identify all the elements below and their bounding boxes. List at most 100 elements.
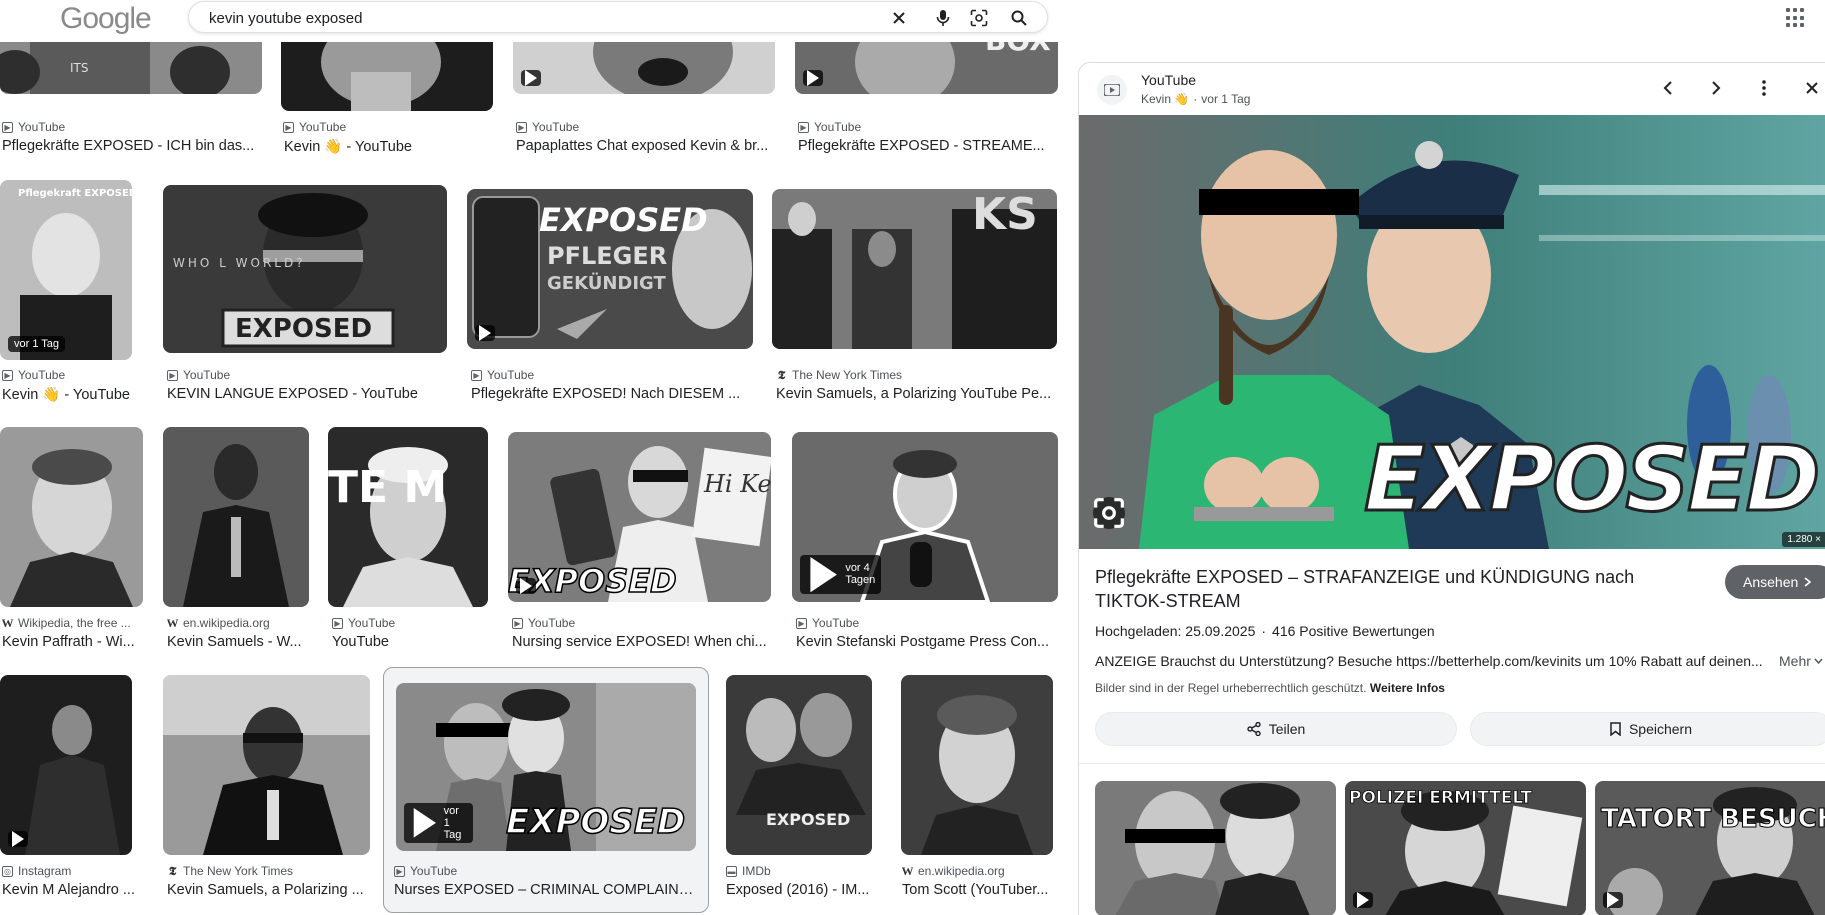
result-source-text: YouTube xyxy=(532,120,580,134)
svg-text:EXPOSED: EXPOSED xyxy=(766,810,850,829)
result-source[interactable]: W Wikipedia, the free ... xyxy=(2,616,142,630)
result-source-text: The New York Times xyxy=(792,368,903,382)
header: Google xyxy=(0,0,1825,42)
result-title[interactable]: Kevin M Alejandro ... xyxy=(2,882,142,900)
result-source[interactable]: 𝕿 The New York Times xyxy=(776,368,1046,382)
google-logo[interactable]: Google xyxy=(60,2,152,36)
play-icon xyxy=(12,831,24,847)
result-title[interactable]: Tom Scott (YouTuber... xyxy=(902,882,1052,900)
result-title[interactable]: Papaplattes Chat exposed Kevin & br... xyxy=(516,138,774,156)
result-source[interactable]: ▶ YouTube xyxy=(798,120,1048,134)
preview-image[interactable]: EXPOSED 1.280 × xyxy=(1079,115,1825,549)
clear-search-button[interactable] xyxy=(887,7,911,29)
result-thumbnail xyxy=(0,675,132,855)
youtube-icon: ▶ xyxy=(471,369,482,381)
wikipedia-icon: W xyxy=(167,616,179,630)
visit-button[interactable]: Ansehen xyxy=(1725,565,1825,599)
google-apps-icon[interactable] xyxy=(1786,8,1806,28)
next-result-button[interactable] xyxy=(1701,73,1731,103)
share-button[interactable]: Teilen xyxy=(1095,712,1457,746)
result-source[interactable]: 𝕿 The New York Times xyxy=(167,864,367,878)
result-title[interactable]: Kevin 👋 - YouTube xyxy=(284,138,484,156)
age-badge: vor 4 Tagen xyxy=(800,554,882,594)
image-preview-panel: YouTube Kevin 👋 · vor 1 Tag EXPOSED 1.28… xyxy=(1078,62,1825,915)
result-source[interactable]: Wen.wikipedia.org xyxy=(167,616,307,630)
previous-result-button[interactable] xyxy=(1653,73,1683,103)
video-indicator xyxy=(1353,892,1373,908)
result-title[interactable]: Kevin Samuels, a Polarizing ... xyxy=(167,882,367,900)
age-badge-text: vor 4 Tagen xyxy=(845,562,876,587)
result-title[interactable]: Kevin Samuels, a Polarizing YouTube Pe..… xyxy=(776,386,1056,404)
preview-author: Kevin 👋 xyxy=(1141,92,1190,106)
result-title[interactable]: Kevin Paffrath - Wi... xyxy=(2,634,142,652)
save-button[interactable]: Speichern xyxy=(1470,712,1825,746)
nyt-icon: 𝕿 xyxy=(168,864,177,878)
result-title[interactable]: Exposed (2016) - IM... xyxy=(726,882,872,900)
result-thumbnail xyxy=(281,42,493,111)
svg-text:POLIZEI ERMITTELT: POLIZEI ERMITTELT xyxy=(1349,788,1532,808)
youtube-icon: ▶ xyxy=(516,121,527,133)
more-info-link[interactable]: Weitere Infos xyxy=(1370,681,1445,695)
age-badge-text: vor 1 Tag xyxy=(443,805,462,841)
lens-search-button[interactable] xyxy=(967,7,991,29)
result-source[interactable]: ▶ YouTube xyxy=(2,368,132,382)
result-source[interactable]: ▶ YouTube xyxy=(283,120,483,134)
search-box[interactable] xyxy=(188,1,1048,33)
play-icon xyxy=(525,70,537,86)
result-source-text: en.wikipedia.org xyxy=(183,616,270,630)
result-source[interactable]: ▶ YouTube xyxy=(516,120,766,134)
search-button[interactable] xyxy=(1007,7,1031,29)
instagram-icon: ◎ xyxy=(2,865,13,877)
result-source[interactable]: Wen.wikipedia.org xyxy=(902,864,1052,878)
youtube-icon: ▶ xyxy=(2,121,13,133)
related-image[interactable]: TATORT BESUCHT xyxy=(1595,781,1825,915)
result-title[interactable]: Nursing service EXPOSED! When chi... xyxy=(512,634,770,652)
result-title[interactable]: Pflegekräfte EXPOSED - STREAME... xyxy=(798,138,1056,156)
result-title[interactable]: Nurses EXPOSED – CRIMINAL COMPLAINT... xyxy=(394,882,696,900)
more-button-label: Mehr xyxy=(1779,653,1811,669)
search-icon xyxy=(1011,10,1027,26)
result-source[interactable]: ▶ YouTube xyxy=(471,368,741,382)
wikipedia-icon: W xyxy=(902,864,914,878)
preview-site-name[interactable]: YouTube xyxy=(1141,72,1196,88)
result-title[interactable]: Kevin 👋 - YouTube xyxy=(2,386,142,404)
result-source[interactable]: ▶ YouTube xyxy=(394,864,684,878)
result-title[interactable]: Kevin Samuels - W... xyxy=(167,634,307,652)
result-source[interactable]: ▶ YouTube xyxy=(512,616,762,630)
result-source[interactable]: ▶ YouTube xyxy=(332,616,482,630)
result-title[interactable]: Pflegekräfte EXPOSED! Nach DIESEM ... xyxy=(471,386,751,404)
result-source[interactable]: ▶ YouTube xyxy=(167,368,437,382)
copyright-notice: Bilder sind in der Regel urheberrechtlic… xyxy=(1095,681,1445,695)
result-source-text: YouTube xyxy=(410,864,458,878)
save-button-label: Speichern xyxy=(1628,721,1693,737)
share-button-label: Teilen xyxy=(1268,721,1306,737)
voice-search-button[interactable] xyxy=(931,7,955,29)
separator-dot: · xyxy=(1261,623,1267,639)
result-source[interactable]: ▶ YouTube xyxy=(796,616,1046,630)
close-preview-button[interactable] xyxy=(1797,73,1825,103)
result-thumbnail: EXPOSED xyxy=(726,675,872,855)
result-title[interactable]: KEVIN LANGUE EXPOSED - YouTube xyxy=(167,386,447,404)
result-title[interactable]: Kevin Stefanski Postgame Press Con... xyxy=(796,634,1056,652)
share-icon xyxy=(1247,722,1261,736)
result-source[interactable]: ▬ IMDb xyxy=(726,864,872,878)
svg-text:GEKÜNDIGT: GEKÜNDIGT xyxy=(547,272,666,294)
result-source-text: YouTube xyxy=(812,616,860,630)
result-source-text: IMDb xyxy=(742,864,771,878)
result-title[interactable]: YouTube xyxy=(332,634,482,652)
result-source[interactable]: ◎ Instagram xyxy=(2,864,142,878)
play-icon xyxy=(413,808,436,838)
preview-metadata: Hochgeladen: 25.09.2025 · 416 Positive B… xyxy=(1095,623,1435,639)
lens-search-button[interactable] xyxy=(1093,497,1125,529)
search-input[interactable] xyxy=(209,8,849,28)
result-source[interactable]: ▶ YouTube xyxy=(2,120,262,134)
more-button[interactable]: Mehr xyxy=(1779,653,1823,669)
result-source-text: YouTube xyxy=(18,368,66,382)
related-image[interactable] xyxy=(1095,781,1336,915)
close-icon xyxy=(1806,82,1818,94)
more-options-button[interactable] xyxy=(1749,73,1779,103)
svg-text:BOX: BOX xyxy=(985,42,1051,57)
result-title[interactable]: Pflegekräfte EXPOSED - ICH bin das... xyxy=(2,138,260,156)
related-image[interactable]: POLIZEI ERMITTELT xyxy=(1345,781,1586,915)
preview-title[interactable]: Pflegekräfte EXPOSED – STRAFANZEIGE und … xyxy=(1095,565,1695,613)
